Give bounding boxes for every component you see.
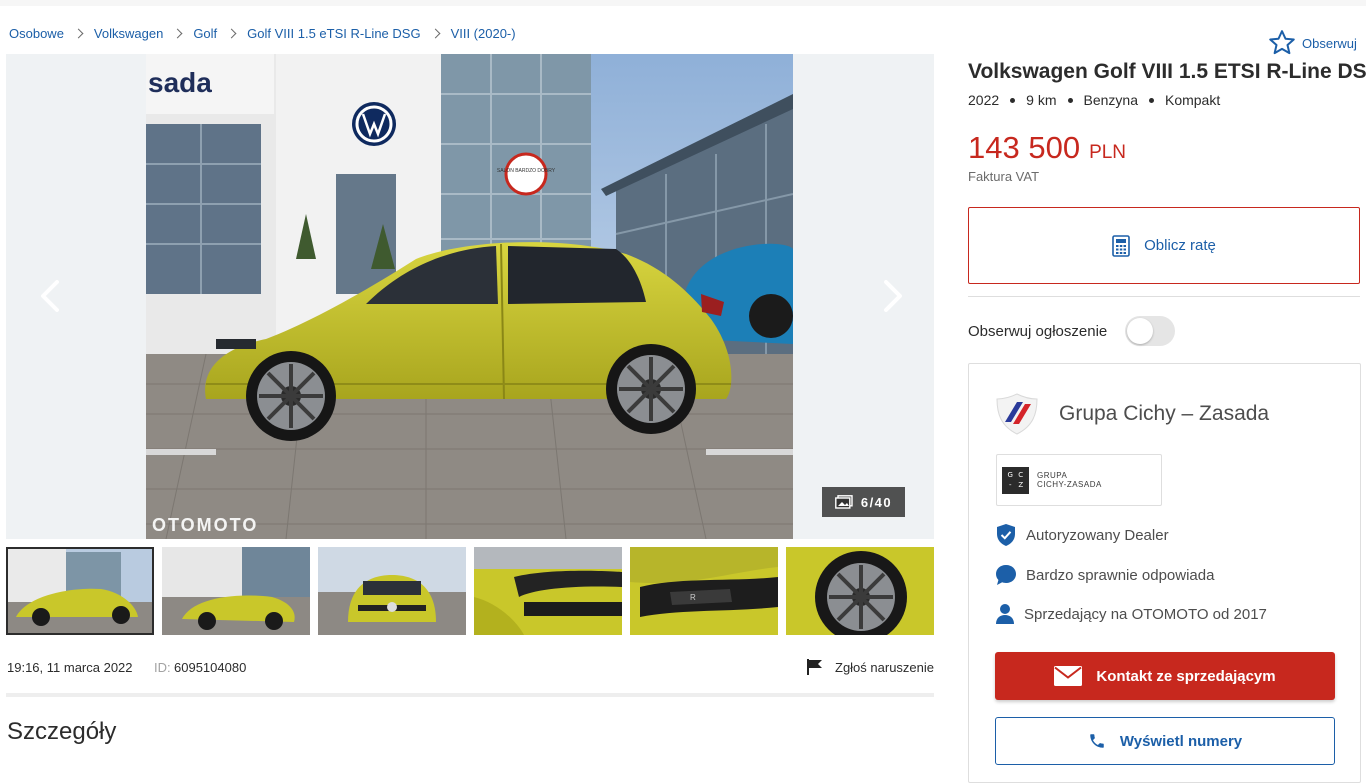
dealer-logo-text: GRUPA CICHY-ZASADA bbox=[1037, 471, 1102, 489]
feature-responsive: Bardzo sprawnie odpowiada bbox=[995, 564, 1214, 586]
calculator-icon bbox=[1112, 234, 1130, 257]
breadcrumb-volkswagen[interactable]: Volkswagen bbox=[94, 26, 163, 41]
contact-seller-label: Kontakt ze sprzedającym bbox=[1096, 667, 1276, 685]
contact-seller-button[interactable]: Kontakt ze sprzedającym bbox=[995, 652, 1335, 700]
chevron-right-icon bbox=[73, 28, 84, 39]
spec-body: Kompakt bbox=[1164, 92, 1221, 108]
star-icon bbox=[1269, 30, 1295, 55]
follow-link[interactable]: Obserwuj bbox=[1266, 28, 1357, 58]
report-label: Zgłoś naruszenie bbox=[835, 659, 934, 675]
chevron-right-icon bbox=[430, 28, 441, 39]
listing-id-value: 6095104080 bbox=[174, 660, 247, 675]
listing-date: 19:16, 11 marca 2022 bbox=[7, 660, 133, 675]
dealer-name[interactable]: Grupa Cichy – Zasada bbox=[1059, 402, 1269, 426]
chat-bubble-icon bbox=[996, 565, 1016, 585]
vat-info: Faktura VAT bbox=[968, 169, 1040, 184]
breadcrumb-golf[interactable]: Golf bbox=[193, 26, 217, 41]
price-amount: 143 500 bbox=[968, 130, 1081, 165]
dealer-logo-badge: GC -Z bbox=[1002, 466, 1029, 494]
breadcrumb-generation[interactable]: VIII (2020-) bbox=[451, 26, 516, 41]
feature-responsive-label: Bardzo sprawnie odpowiada bbox=[1026, 566, 1215, 584]
thumbnail[interactable] bbox=[318, 547, 466, 635]
feature-seller-since-label: Sprzedający na OTOMOTO od 2017 bbox=[1024, 605, 1267, 623]
report-button[interactable]: Zgłoś naruszenie bbox=[806, 658, 934, 676]
offer-specs: 2022 9 km Benzyna Kompakt bbox=[968, 92, 1220, 108]
feature-seller-since: Sprzedający na OTOMOTO od 2017 bbox=[995, 603, 1267, 625]
dealer-shield-icon bbox=[996, 393, 1038, 435]
thumbnail[interactable] bbox=[162, 547, 310, 635]
calculate-installment-button[interactable]: Oblicz ratę bbox=[968, 207, 1360, 284]
otomoto-watermark: OTOMOTO bbox=[152, 515, 258, 535]
price-currency: PLN bbox=[1089, 142, 1127, 163]
gallery-next-button[interactable] bbox=[872, 276, 912, 316]
thumbnail[interactable]: R bbox=[630, 547, 778, 635]
listing-id-label: ID: bbox=[154, 660, 171, 675]
calculate-installment-label: Oblicz ratę bbox=[1144, 237, 1216, 254]
chevron-right-icon bbox=[226, 28, 237, 39]
watch-listing-row: Obserwuj ogłoszenie bbox=[968, 316, 1360, 346]
breadcrumb-osobowe[interactable]: Osobowe bbox=[9, 26, 64, 41]
envelope-icon bbox=[1054, 666, 1083, 686]
chevron-right-icon bbox=[884, 280, 902, 312]
photo-gallery: sada SALON BARDZO DOBRY OTOMOTO 6/40 bbox=[6, 54, 934, 539]
offer-title: Volkswagen Golf VIII 1.5 ETSI R-Line DSG bbox=[968, 60, 1366, 83]
main-car-photo[interactable]: sada SALON BARDZO DOBRY OTOMOTO bbox=[146, 54, 793, 539]
thumbnail[interactable] bbox=[474, 547, 622, 635]
photo-counter[interactable]: 6/40 bbox=[822, 487, 905, 517]
bullet-icon bbox=[1148, 97, 1154, 103]
listing-meta: 19:16, 11 marca 2022 ID: 6095104080 Zgło… bbox=[7, 658, 934, 678]
flag-icon bbox=[807, 659, 822, 675]
chevron-right-icon bbox=[172, 28, 183, 39]
breadcrumb: Osobowe Volkswagen Golf Golf VIII 1.5 eT… bbox=[9, 26, 516, 41]
dealer-logo[interactable]: GC -Z GRUPA CICHY-ZASADA bbox=[996, 454, 1162, 506]
thumbnail[interactable] bbox=[786, 547, 934, 635]
svg-text:R: R bbox=[690, 593, 696, 602]
spec-mileage: 9 km bbox=[1026, 92, 1057, 108]
spec-year: 2022 bbox=[968, 92, 1000, 108]
breadcrumb-model[interactable]: Golf VIII 1.5 eTSI R-Line DSG bbox=[247, 26, 420, 41]
watch-listing-label: Obserwuj ogłoszenie bbox=[968, 322, 1108, 340]
feature-authorized-label: Autoryzowany Dealer bbox=[1026, 526, 1169, 544]
thumbnail[interactable] bbox=[6, 547, 154, 635]
offer-price: 143 500 PLN bbox=[968, 130, 1126, 166]
watch-listing-toggle[interactable] bbox=[1125, 316, 1175, 346]
details-section-title: Szczegóły bbox=[7, 718, 117, 745]
bullet-icon bbox=[1067, 97, 1073, 103]
verified-shield-icon bbox=[997, 524, 1015, 546]
toggle-knob bbox=[1127, 318, 1153, 344]
bullet-icon bbox=[1010, 97, 1016, 103]
chevron-left-icon bbox=[41, 280, 59, 312]
gallery-prev-button[interactable] bbox=[31, 276, 71, 316]
dealer-card: Grupa Cichy – Zasada GC -Z GRUPA CICHY-Z… bbox=[968, 363, 1361, 783]
gallery-icon bbox=[834, 495, 853, 509]
follow-link-label: Obserwuj bbox=[1302, 35, 1357, 51]
top-bar bbox=[0, 0, 1366, 6]
divider bbox=[968, 296, 1360, 297]
show-numbers-label: Wyświetl numery bbox=[1119, 732, 1243, 750]
show-numbers-button[interactable]: Wyświetl numery bbox=[995, 717, 1335, 765]
user-icon bbox=[996, 604, 1014, 624]
thumbnail-strip: R bbox=[6, 547, 934, 635]
feature-authorized: Autoryzowany Dealer bbox=[995, 523, 1169, 547]
banner-text: SALON BARDZO DOBRY bbox=[497, 168, 556, 174]
dealer-sign-text: sada bbox=[148, 67, 212, 98]
photo-counter-text: 6/40 bbox=[860, 494, 893, 510]
section-divider bbox=[6, 693, 934, 697]
spec-fuel: Benzyna bbox=[1083, 92, 1138, 108]
phone-icon bbox=[1090, 734, 1104, 748]
